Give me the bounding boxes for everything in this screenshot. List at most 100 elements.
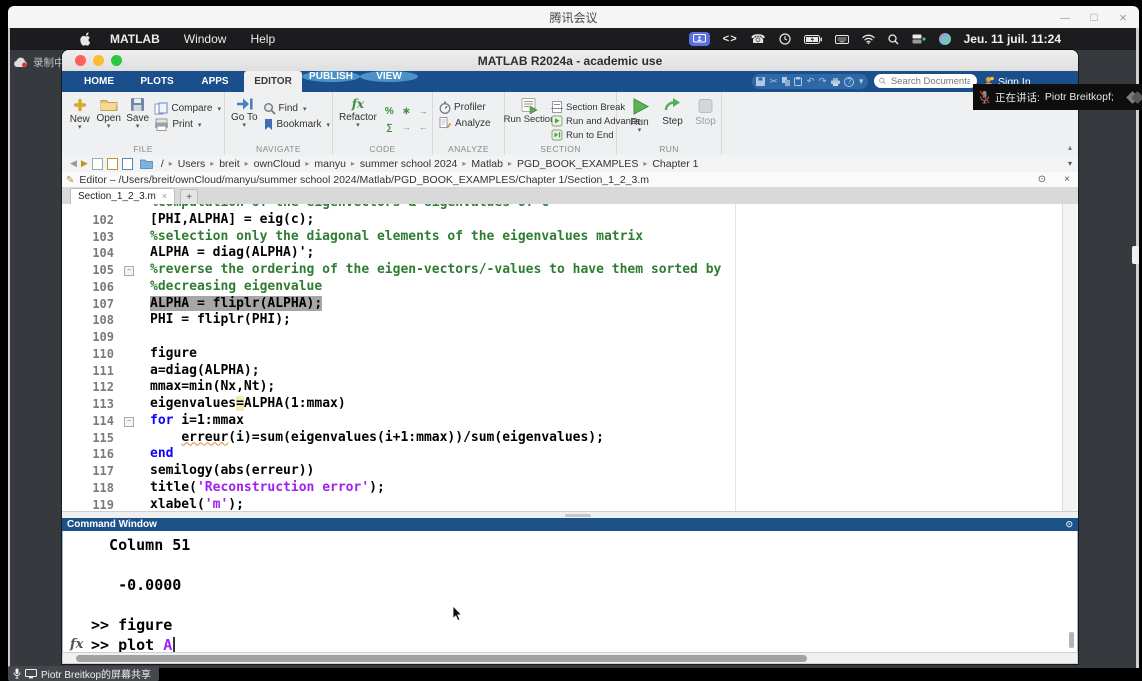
bookmark-dropdown-icon[interactable]: [325, 119, 331, 130]
open-button[interactable]: Open: [96, 97, 120, 131]
browse-folder-icon[interactable]: [92, 158, 103, 170]
qa-undo-icon[interactable]: [807, 76, 815, 87]
menu-item-help[interactable]: Help: [250, 32, 275, 46]
qa-print-icon[interactable]: [831, 78, 840, 86]
indent-left-icon[interactable]: [419, 122, 428, 133]
breadcrumb-segment[interactable]: Chapter 1: [652, 158, 698, 170]
new-button[interactable]: New: [68, 97, 91, 131]
goto-button[interactable]: Go To: [231, 97, 258, 131]
profiler-button[interactable]: Profiler: [439, 101, 491, 114]
breadcrumb-segment[interactable]: breit: [219, 158, 239, 170]
command-window-vscrollbar[interactable]: [1069, 632, 1074, 648]
close-icon[interactable]: [1117, 10, 1129, 25]
fold-toggle-icon[interactable]: −: [124, 417, 134, 427]
code-line[interactable]: 105−%reverse the ordering of the eigen-v…: [62, 262, 1078, 279]
run-section-button[interactable]: Run Section: [511, 97, 548, 141]
qa-help-icon[interactable]: [844, 77, 854, 87]
find-button[interactable]: Find: [263, 102, 331, 115]
code-line[interactable]: 115 erreur(i)=sum(eigenvalues(i+1:mmax))…: [62, 430, 1078, 447]
analyze-button[interactable]: Analyze: [439, 117, 491, 129]
file-tab[interactable]: Section_1_2_3.m: [70, 188, 175, 204]
save-dropdown-icon[interactable]: [136, 124, 140, 130]
code-line[interactable]: 119xlabel('m');: [62, 497, 1078, 512]
phone-icon[interactable]: [751, 32, 766, 46]
menu-item-matlab[interactable]: MATLAB: [110, 32, 160, 46]
code-line[interactable]: 118title('Reconstruction error');: [62, 480, 1078, 497]
breadcrumb-segment[interactable]: summer school 2024: [360, 158, 457, 170]
search-input[interactable]: [889, 75, 972, 88]
print-button[interactable]: Print: [154, 118, 221, 131]
code-line[interactable]: 109: [62, 329, 1078, 346]
code-line[interactable]: 108PHI = fliplr(PHI);: [62, 312, 1078, 329]
wrap-comments-icon[interactable]: [402, 106, 410, 117]
uncomment-icon[interactable]: [419, 106, 428, 117]
code-line[interactable]: 104ALPHA = diag(ALPHA)';: [62, 245, 1078, 262]
documentation-search[interactable]: [874, 74, 977, 88]
breadcrumb-segment[interactable]: ownCloud: [254, 158, 301, 170]
goto-dropdown-icon[interactable]: [242, 123, 246, 129]
clock-icon[interactable]: [779, 33, 791, 45]
code-editor[interactable]: %computation of the eigenvectors & eigen…: [62, 204, 1078, 511]
editor-panel-header[interactable]: Editor – /Users/breit/ownCloud/manyu/sum…: [62, 172, 1078, 188]
spotlight-search-icon[interactable]: [888, 34, 899, 45]
qa-dropdown-icon[interactable]: [859, 76, 864, 87]
annotation-strip[interactable]: [1062, 204, 1077, 511]
tab-plots[interactable]: PLOTS: [128, 71, 186, 92]
code-line[interactable]: 112mmax=min(Nx,Nt);: [62, 379, 1078, 396]
code-line[interactable]: 114−for i=1:mmax: [62, 413, 1078, 430]
qa-save-icon[interactable]: [756, 77, 765, 86]
panel-actions-icon[interactable]: [1038, 174, 1046, 185]
breadcrumb-dropdown-icon[interactable]: [1068, 159, 1072, 168]
qa-copy-icon[interactable]: [782, 77, 790, 86]
code-line[interactable]: %computation of the eigenvectors & eigen…: [62, 204, 1078, 212]
tab-view[interactable]: VIEW: [360, 71, 418, 82]
compare-dropdown-icon[interactable]: [215, 103, 221, 114]
new-dropdown-icon[interactable]: [78, 125, 82, 131]
tab-apps[interactable]: APPS: [186, 71, 244, 92]
stop-button[interactable]: Stop: [693, 97, 718, 134]
open-dropdown-icon[interactable]: [107, 124, 111, 130]
indent-right-icon[interactable]: [402, 122, 411, 133]
smart-indent-icon[interactable]: [386, 122, 392, 133]
code-line[interactable]: 117semilogy(abs(erreur)): [62, 463, 1078, 480]
breadcrumb-segment[interactable]: PGD_BOOK_EXAMPLES: [517, 158, 638, 170]
new-tab-button[interactable]: [180, 189, 198, 204]
battery-icon[interactable]: [804, 35, 822, 44]
fold-toggle-icon[interactable]: −: [124, 266, 134, 276]
bookmark-button[interactable]: Bookmark: [263, 118, 331, 131]
minimize-window-icon[interactable]: [93, 55, 104, 66]
code-line[interactable]: 107ALPHA = fliplr(ALPHA);: [62, 296, 1078, 313]
panel-close-icon[interactable]: [1064, 174, 1070, 185]
apple-logo-icon[interactable]: [80, 32, 92, 46]
hscrollbar-thumb[interactable]: [76, 655, 807, 662]
collapse-ribbon-icon[interactable]: [1068, 143, 1072, 152]
screen-share-icon[interactable]: [689, 32, 710, 46]
splitter-handle-icon[interactable]: [565, 514, 591, 517]
code-line[interactable]: 113eigenvalues=ALPHA(1:mmax): [62, 396, 1078, 413]
code-line[interactable]: 106%decreasing eigenvalue: [62, 279, 1078, 296]
tab-editor[interactable]: EDITOR: [244, 71, 302, 92]
code-line[interactable]: 111a=diag(ALPHA);: [62, 363, 1078, 380]
close-window-icon[interactable]: [75, 55, 86, 66]
breadcrumb-segment[interactable]: /: [161, 158, 164, 170]
screen-share-badge[interactable]: Piotr Breitkop的屏幕共享: [8, 666, 159, 681]
zoom-window-icon[interactable]: [111, 55, 122, 66]
code-line[interactable]: 103%selection only the diagonal elements…: [62, 229, 1078, 246]
breadcrumb-segment[interactable]: manyu: [314, 158, 346, 170]
find-dropdown-icon[interactable]: [301, 103, 307, 114]
qa-cut-icon[interactable]: [770, 76, 778, 87]
compare-button[interactable]: Compare: [154, 102, 221, 115]
xcode-icon[interactable]: [723, 33, 738, 45]
qa-redo-icon[interactable]: [819, 76, 827, 87]
qa-paste-icon[interactable]: [794, 77, 802, 86]
back-icon[interactable]: [70, 158, 77, 169]
refactor-dropdown-icon[interactable]: [356, 123, 360, 129]
forward-icon[interactable]: [81, 158, 88, 169]
command-window-titlebar[interactable]: Command Window: [62, 518, 1078, 531]
stage-manager-icon[interactable]: [912, 34, 926, 44]
code-line[interactable]: 110figure: [62, 346, 1078, 363]
run-button[interactable]: Run: [627, 97, 652, 134]
step-button[interactable]: Step: [660, 97, 685, 134]
sidebar-handle[interactable]: [1132, 246, 1139, 264]
save-button[interactable]: Save: [126, 97, 149, 131]
